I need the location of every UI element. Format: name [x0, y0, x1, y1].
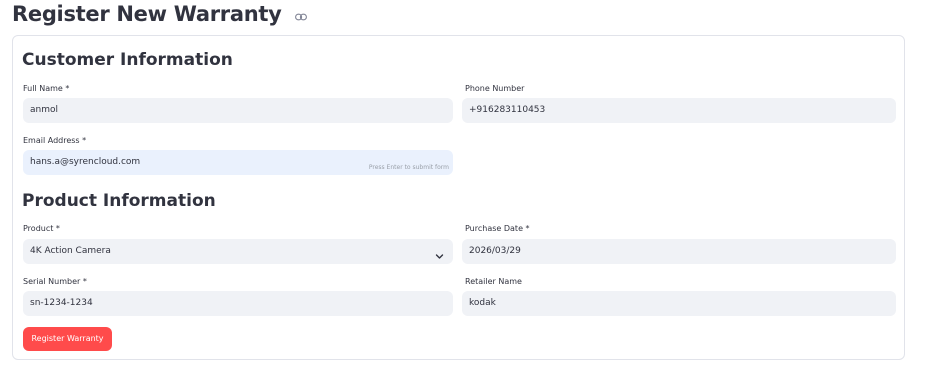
- email-address-input[interactable]: hans.a@syrencloud.com Press Enter to sub…: [23, 150, 453, 175]
- chevron-down-icon[interactable]: [435, 247, 444, 264]
- full-name-input[interactable]: anmol: [23, 98, 453, 123]
- page-title: Register New Warranty: [12, 0, 307, 28]
- product-section-heading: Product Information: [22, 191, 216, 211]
- serial-number-input[interactable]: sn-1234-1234: [23, 291, 453, 316]
- phone-number-label: Phone Number: [465, 84, 525, 93]
- product-select-value: 4K Action Camera: [30, 246, 111, 256]
- link-icon[interactable]: [294, 0, 307, 28]
- retailer-name-input[interactable]: kodak: [462, 291, 896, 316]
- product-label: Product *: [23, 224, 60, 233]
- customer-section-heading: Customer Information: [22, 50, 233, 70]
- full-name-label: Full Name *: [23, 84, 70, 93]
- retailer-name-label: Retailer Name: [465, 277, 522, 286]
- product-select[interactable]: 4K Action Camera: [23, 239, 453, 264]
- email-address-value: hans.a@syrencloud.com: [30, 157, 141, 167]
- submit-hint: Press Enter to submit form: [368, 164, 449, 171]
- phone-number-input[interactable]: +916283110453: [462, 98, 896, 123]
- register-warranty-button[interactable]: Register Warranty: [23, 327, 112, 351]
- serial-number-label: Serial Number *: [23, 277, 87, 286]
- purchase-date-input[interactable]: 2026/03/29: [462, 239, 896, 264]
- purchase-date-label: Purchase Date *: [465, 224, 530, 233]
- email-address-label: Email Address *: [23, 136, 87, 145]
- page-title-text: Register New Warranty: [12, 2, 282, 26]
